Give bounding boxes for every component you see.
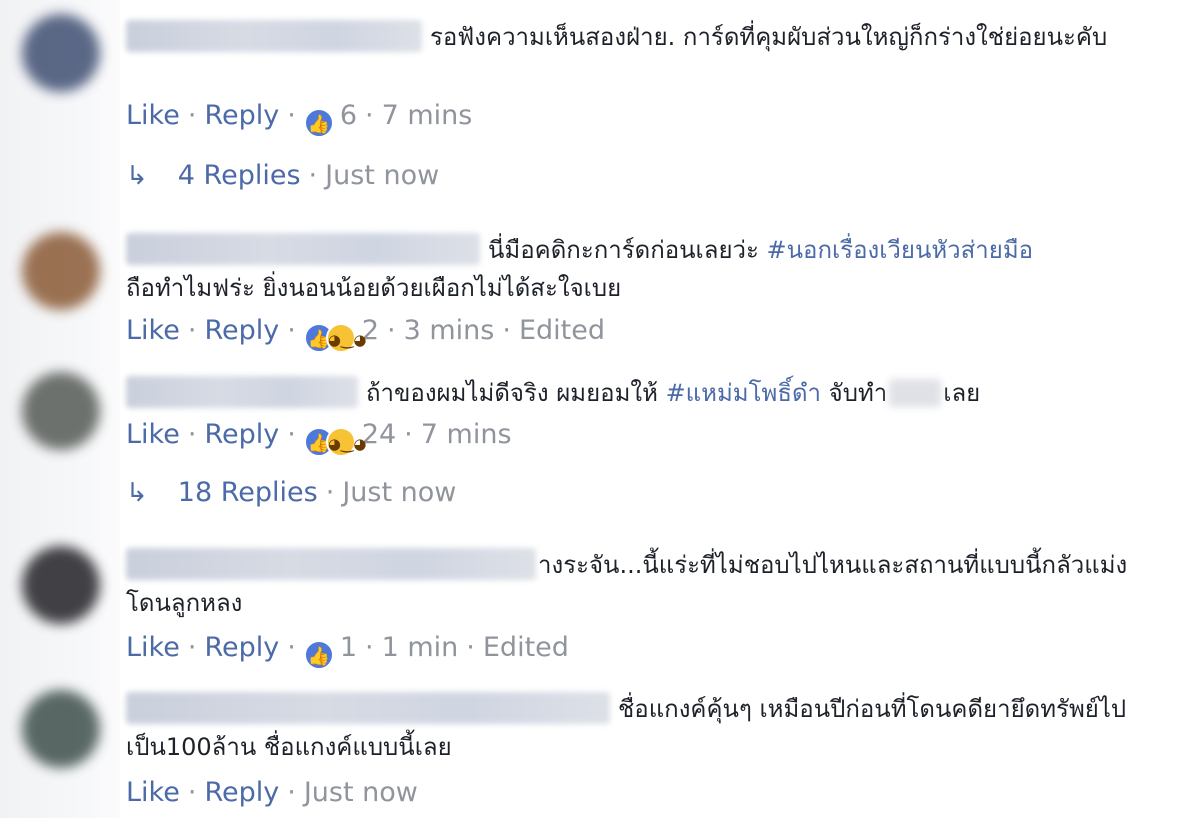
- like-link[interactable]: Like: [126, 315, 180, 346]
- author-name[interactable]: [126, 548, 536, 580]
- timestamp[interactable]: 1 min: [382, 632, 459, 663]
- view-replies-link[interactable]: 18 Replies: [178, 477, 318, 508]
- timestamp[interactable]: 7 mins: [382, 100, 473, 131]
- comment-text: างระจัน...นี้แร่ะที่ไม่ชอบไปไหนและสถานที…: [126, 546, 1146, 622]
- author-name[interactable]: [126, 692, 610, 724]
- reply-link[interactable]: Reply: [204, 632, 279, 663]
- reaction-count: 6: [339, 100, 357, 131]
- replies-timestamp: Just now: [325, 160, 440, 191]
- haha-icon: ◕‿◕: [325, 323, 366, 353]
- comment-body: นี่มือคดิกะการ์ดก่อนเลยว่ะ: [488, 236, 767, 264]
- reply-link[interactable]: Reply: [204, 777, 279, 808]
- hashtag-link[interactable]: #แหม่มโพธิ์ดำ: [666, 379, 821, 407]
- comment-actions: Like · Reply · 👍 6 · 7 mins: [126, 98, 473, 138]
- comment-text: ชื่อแกงค์คุ้นๆ เหมือนปีก่อนที่โดนคดียายึ…: [126, 690, 1146, 766]
- timestamp[interactable]: 7 mins: [421, 419, 512, 450]
- comment-body: รอฟังความเห็นสองฝ่าย. การ์ดที่คุมผับส่วน…: [430, 23, 1108, 51]
- comment-body-end: เลย: [943, 379, 981, 407]
- comment-actions: Like · Reply · 👍◕‿◕2 · 3 mins · Edited: [126, 313, 605, 353]
- avatar[interactable]: [22, 690, 100, 768]
- hashtag-link[interactable]: #นอกเรื่องเวียนหัวส่ายมือ: [767, 236, 1034, 264]
- replies-row[interactable]: ↳ 4 Replies · Just now: [126, 158, 439, 194]
- author-name[interactable]: [126, 233, 480, 265]
- reply-link[interactable]: Reply: [204, 419, 279, 450]
- replies-timestamp: Just now: [342, 477, 457, 508]
- comment-actions: Like · Reply · 👍 1 · 1 min · Edited: [126, 630, 569, 670]
- author-name[interactable]: [126, 376, 358, 408]
- comment-body: ถ้าของผมไม่ดีจริง ผมยอมให้: [366, 379, 666, 407]
- thumbs-up-icon: 👍: [303, 108, 334, 138]
- comment-body-cont: จับทำ: [821, 379, 888, 407]
- like-link[interactable]: Like: [126, 100, 180, 131]
- avatar[interactable]: [22, 372, 100, 450]
- timestamp[interactable]: 3 mins: [404, 315, 495, 346]
- edited-label[interactable]: Edited: [519, 315, 605, 346]
- timestamp[interactable]: Just now: [304, 777, 418, 808]
- comment-text: นี่มือคดิกะการ์ดก่อนเลยว่ะ #นอกเรื่องเวี…: [126, 231, 1146, 307]
- author-name[interactable]: [126, 20, 422, 52]
- reactions[interactable]: 👍: [303, 104, 334, 138]
- view-replies-link[interactable]: 4 Replies: [178, 160, 301, 191]
- comment-text: รอฟังความเห็นสองฝ่าย. การ์ดที่คุมผับส่วน…: [126, 18, 1146, 56]
- haha-icon: ◕‿◕: [325, 427, 366, 457]
- comment-body-line2: ถือทำไมฟร่ะ ยิ่งนอนน้อยด้วยเผือกไม่ได้สะ…: [126, 274, 622, 302]
- avatar[interactable]: [22, 546, 100, 624]
- like-link[interactable]: Like: [126, 777, 180, 808]
- comment-actions: Like · Reply · 👍◕‿◕24 · 7 mins: [126, 417, 512, 457]
- thumbs-up-icon: 👍: [303, 640, 334, 670]
- comment-actions: Like · Reply · Just now: [126, 777, 418, 808]
- like-link[interactable]: Like: [126, 419, 180, 450]
- reply-arrow-icon: ↳: [126, 161, 148, 191]
- comment-text: ถ้าของผมไม่ดีจริง ผมยอมให้ #แหม่มโพธิ์ดำ…: [126, 374, 1146, 412]
- reactions[interactable]: 👍: [303, 636, 334, 670]
- reaction-count: 24: [361, 419, 397, 450]
- avatar[interactable]: [22, 232, 100, 310]
- reply-arrow-icon: ↳: [126, 478, 148, 508]
- like-link[interactable]: Like: [126, 632, 180, 663]
- reply-link[interactable]: Reply: [204, 100, 279, 131]
- reactions[interactable]: 👍◕‿◕: [303, 423, 366, 457]
- reactions[interactable]: 👍◕‿◕: [303, 319, 366, 353]
- reaction-count: 1: [339, 632, 357, 663]
- reply-link[interactable]: Reply: [204, 315, 279, 346]
- avatar[interactable]: [22, 14, 100, 92]
- replies-row[interactable]: ↳ 18 Replies · Just now: [126, 475, 456, 511]
- censored-text: [889, 379, 942, 407]
- edited-label[interactable]: Edited: [483, 632, 569, 663]
